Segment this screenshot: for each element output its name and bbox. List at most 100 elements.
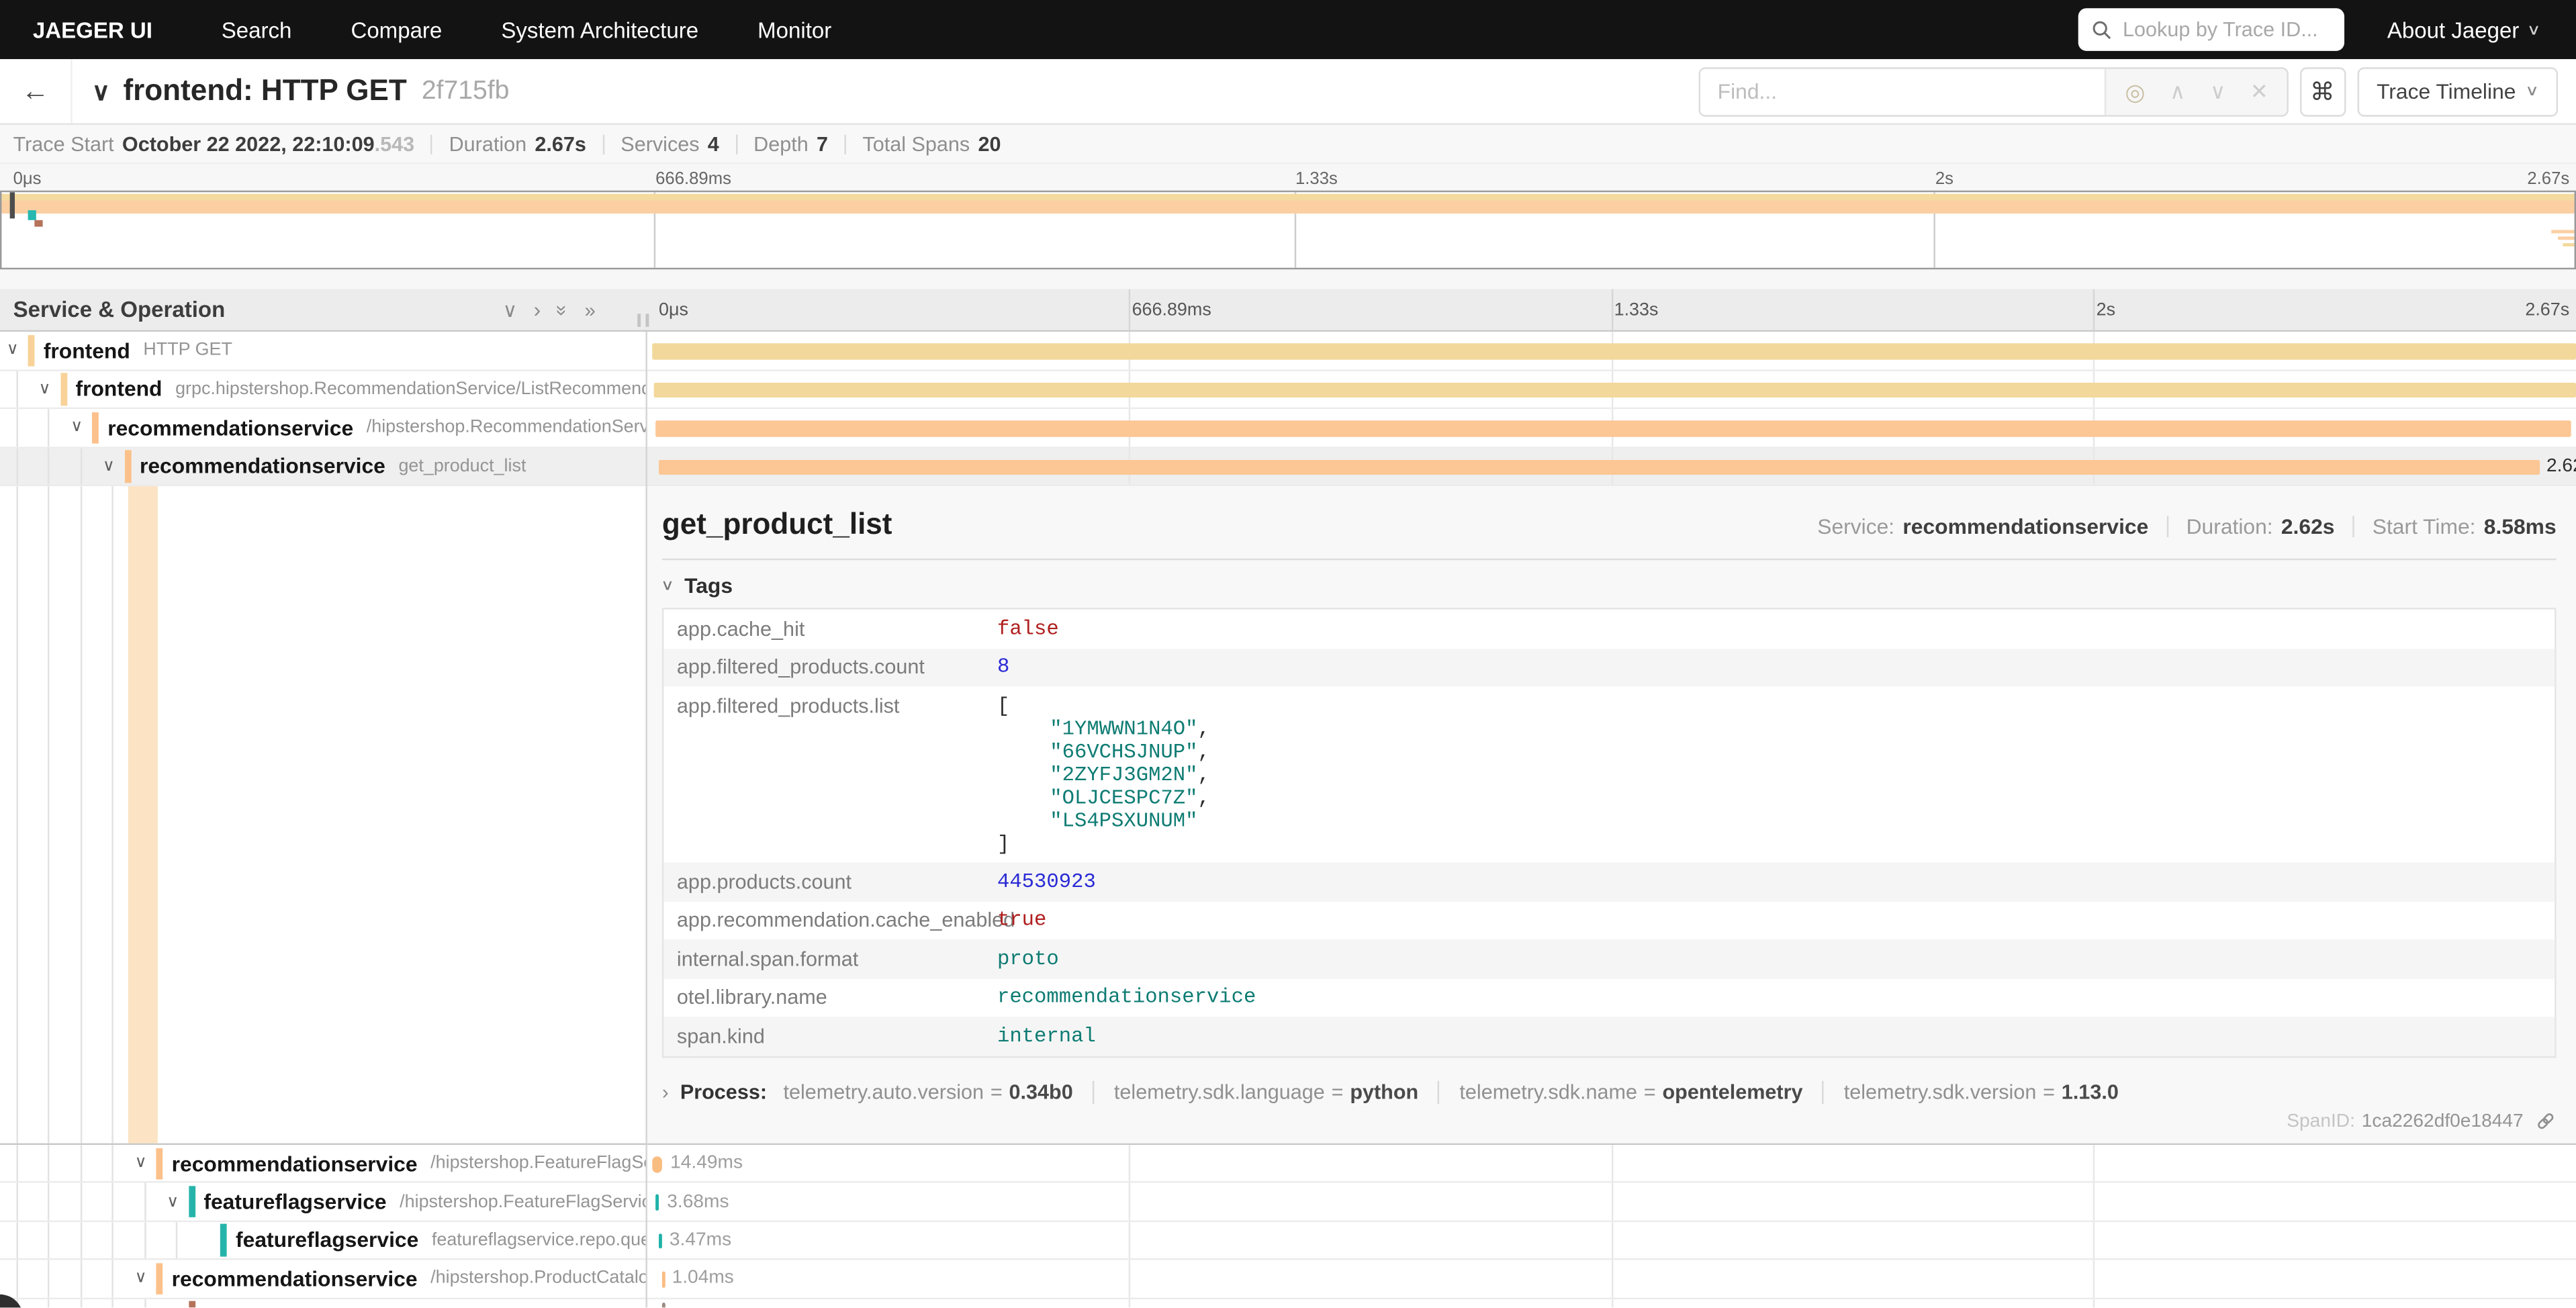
span-duration-bar[interactable] (662, 1272, 665, 1287)
clear-find-icon[interactable]: ✕ (2250, 81, 2268, 102)
tag-row: app.recommendation.cache_enabledtrue (663, 901, 2555, 939)
tag-key: internal.span.format (663, 939, 997, 977)
tags-accordion-header[interactable]: ∨ Tags (662, 573, 2576, 598)
tag-key: app.filtered_products.count (663, 648, 997, 686)
minimap-tick-label: 2s (1935, 169, 1953, 189)
span-duration-bar[interactable] (652, 1156, 663, 1172)
indent-guide (48, 1145, 49, 1182)
keyboard-shortcuts-button[interactable]: ⌘ (2299, 66, 2346, 115)
nav-item-search[interactable]: Search (222, 17, 292, 42)
span-duration-bar[interactable] (658, 1233, 661, 1249)
span-row[interactable]: ∨recommendationservice/hipstershop.Produ… (0, 1260, 2576, 1299)
meta-label: Service: (1817, 514, 1894, 539)
process-key: telemetry.sdk.version (1844, 1080, 2037, 1103)
chevron-down-icon[interactable]: ∨ (7, 341, 19, 359)
process-value: opentelemetry (1662, 1080, 1802, 1103)
find-input[interactable] (1701, 68, 2105, 114)
prev-result-icon[interactable]: ∧ (2170, 81, 2185, 102)
chevron-down-icon[interactable]: ∨ (38, 380, 50, 398)
chevron-down-icon[interactable]: ∨ (167, 1193, 179, 1211)
span-duration-bar[interactable] (654, 382, 2576, 398)
timeline-gridline (2093, 289, 2095, 330)
chevron-down-icon: ∨ (2526, 82, 2540, 100)
trace-view-select[interactable]: Trace Timeline ∨ (2357, 66, 2558, 115)
tag-value: true (997, 901, 1060, 939)
span-service-name: frontend (76, 377, 163, 402)
span-service-name: recommendationservice (140, 454, 385, 479)
indent-guide (48, 409, 49, 446)
trace-page-header: ← ∨ frontend: HTTP GET 2f715fb ◎ ∧ ∨ ✕ ⌘… (0, 59, 2576, 125)
chevron-down-icon[interactable]: ∨ (71, 418, 83, 436)
indent-guide (144, 1222, 145, 1259)
indent-guide (15, 486, 17, 1143)
span-duration-bar[interactable] (652, 343, 2576, 359)
tag-row: app.cache_hitfalse (663, 610, 2555, 648)
span-duration-bar[interactable] (655, 420, 2571, 436)
chevron-down-icon[interactable]: ∨ (135, 1154, 147, 1172)
trace-collapse-chevron-icon[interactable]: ∨ (92, 77, 110, 106)
chevron-down-icon[interactable]: ∨ (103, 457, 115, 475)
process-accordion-header[interactable]: ›Process:telemetry.auto.version=0.34b0te… (662, 1080, 2557, 1103)
timeline-gridline (2093, 1222, 2095, 1259)
nav-item-compare[interactable]: Compare (351, 17, 442, 42)
indent-guide (15, 448, 17, 485)
timeline-tick-label: 2s (2097, 301, 2115, 320)
span-color-bar (188, 1186, 195, 1217)
span-row[interactable]: ∨frontendHTTP GET (0, 332, 2576, 370)
span-row[interactable]: ∨recommendationservice/hipstershop.Recom… (0, 409, 2576, 447)
timeline-gridline (2093, 1299, 2095, 1308)
link-icon[interactable] (2535, 1111, 2557, 1132)
span-row[interactable]: ∨recommendationserviceget_product_list2.… (0, 448, 2576, 486)
span-row[interactable]: ∨ featureflagservice/hipstershop.FeatureF… (0, 1183, 2576, 1221)
back-button[interactable]: ← (0, 59, 73, 123)
brand-link[interactable]: JAEGER UI (33, 17, 152, 42)
find-buttons: ◎ ∧ ∨ ✕ (2105, 68, 2286, 114)
minimap-band[interactable] (0, 191, 2576, 269)
meta-label: Start Time: (2373, 514, 2476, 539)
process-label: Process: (680, 1080, 767, 1103)
indent-guide (15, 409, 17, 446)
process-value: python (1350, 1080, 1418, 1103)
chevron-down-icon: ∨ (2528, 21, 2542, 39)
column-splitter[interactable] (645, 332, 647, 1308)
timeline-gridline (1611, 1183, 1612, 1220)
expand-all-icon[interactable]: » (585, 298, 596, 321)
trace-lookup-input[interactable] (2123, 18, 2332, 41)
tag-value: ["1YMWWN1N4O","66VCHSJNUP","2ZYFJ3GM2N",… (997, 687, 1223, 863)
collapse-all-icon[interactable]: » (551, 304, 574, 315)
chevron-right-icon: › (662, 1080, 669, 1103)
expand-one-icon[interactable]: › (534, 297, 541, 322)
timeline-ruler: 0μs666.89ms1.33s2s2.67s (645, 289, 2576, 330)
span-names: featureflagservice/hipstershop.FeatureFl… (203, 1183, 645, 1220)
span-duration-label: 14.49ms (670, 1154, 743, 1173)
timeline-gridline (1611, 1260, 1612, 1297)
trace-lookup-box[interactable] (2078, 8, 2344, 51)
indent-guide (111, 1222, 113, 1259)
about-jaeger-menu[interactable]: About Jaeger ∨ (2387, 17, 2540, 42)
collapse-one-icon[interactable]: ∨ (503, 298, 518, 321)
tag-value: 44530923 (997, 862, 1109, 900)
find-group: ◎ ∧ ∨ ✕ (1700, 66, 2288, 115)
divider (602, 134, 604, 153)
minimap-drag-handle[interactable] (10, 192, 14, 218)
span-row-left: ∨recommendationservice/hipstershop.Produ… (0, 1260, 645, 1297)
divider (1093, 1080, 1094, 1103)
trace-view-label: Trace Timeline (2377, 79, 2516, 103)
span-row[interactable]: featureflagservicefeatureflagservice.rep… (0, 1222, 2576, 1260)
span-row[interactable]: ∨recommendationservice/hipstershop.Featu… (0, 1145, 2576, 1183)
timeline-tick-label: 2.67s (2525, 301, 2569, 320)
span-row[interactable]: ∨frontendgrpc.hipstershop.Recommendation… (0, 371, 2576, 409)
span-row-partial[interactable] (0, 1299, 2576, 1308)
chevron-down-icon[interactable]: ∨ (135, 1270, 147, 1288)
nav-item-system-architecture[interactable]: System Architecture (501, 17, 698, 42)
span-duration-bar[interactable] (655, 1195, 659, 1211)
span-duration-bar[interactable] (659, 459, 2540, 475)
span-row-left: ∨frontendgrpc.hipstershop.Recommendation… (0, 371, 645, 408)
span-row-left: ∨recommendationservice/hipstershop.Recom… (0, 409, 645, 446)
next-result-icon[interactable]: ∨ (2210, 81, 2225, 102)
nav-item-monitor[interactable]: Monitor (757, 17, 831, 42)
locate-icon[interactable]: ◎ (2125, 80, 2145, 103)
tag-row: otel.library.namerecommendationservice (663, 978, 2555, 1017)
tag-key: app.products.count (663, 862, 997, 900)
span-detail-block: get_product_list Service:recommendations… (0, 486, 2576, 1145)
